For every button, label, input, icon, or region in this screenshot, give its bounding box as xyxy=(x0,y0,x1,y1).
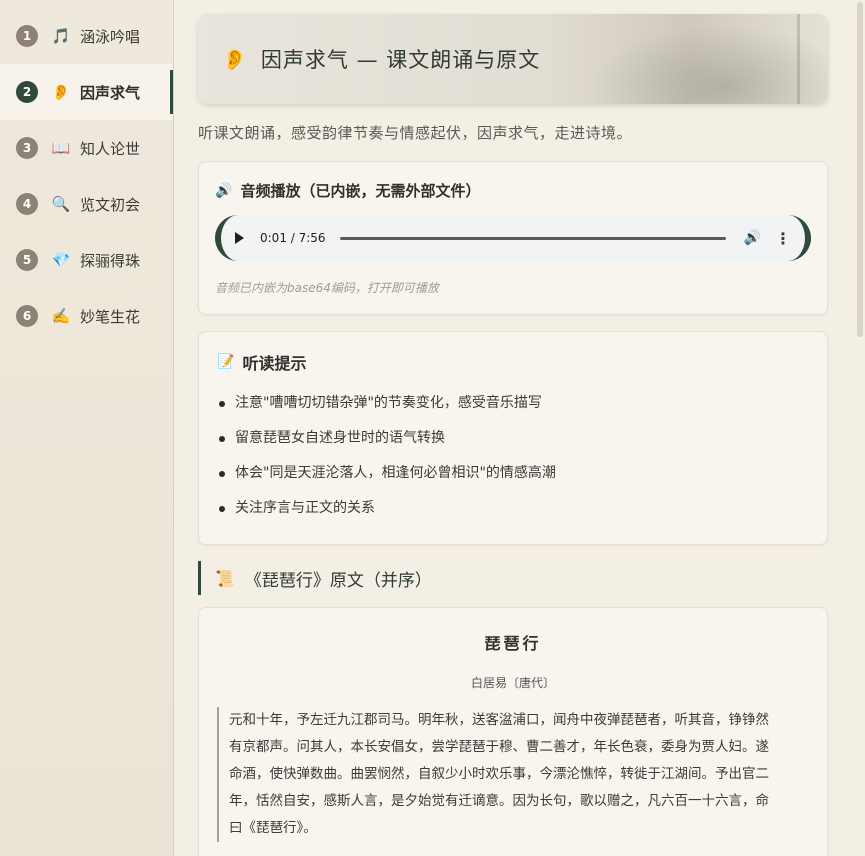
section-heading-text: 《琵琶行》原文（并序） xyxy=(244,570,432,591)
nav-number: 2 xyxy=(16,81,38,103)
volume-icon[interactable]: 🔊 xyxy=(744,230,761,246)
sidebar-item-label: 知人论世 xyxy=(80,139,141,158)
sidebar-item-lanwen[interactable]: 4 🔍 览文初会 xyxy=(0,176,173,232)
poem-card: 琵琶行 白居易〔唐代〕 元和十年，予左迁九江郡司马。明年秋，送客湓浦口，闻舟中夜… xyxy=(198,607,828,856)
ear-icon: 👂 xyxy=(51,83,71,101)
gem-icon: 💎 xyxy=(51,251,71,269)
audio-note: 音频已内嵌为base64编码，打开即可播放 xyxy=(215,281,439,295)
main-content: 👂 因声求气 — 课文朗诵与原文 听课文朗诵，感受韵律节奏与情感起伏，因声求气，… xyxy=(174,0,854,856)
tips-list: 注意"嘈嘈切切错杂弹"的节奏变化，感受音乐描写 留意琵琶女自述身世时的语气转换 … xyxy=(217,386,809,526)
audio-heading-text: 音频播放（已内嵌，无需外部文件） xyxy=(240,182,481,200)
play-icon[interactable] xyxy=(235,232,244,244)
preface-line: 有京都声。问其人，本长安倡女，尝学琵琶于穆、曹二善才，年长色衰，委身为贾人妇。遂 xyxy=(229,739,769,755)
music-note-icon: 🎵 xyxy=(51,27,71,45)
banner-decoration xyxy=(797,14,800,104)
list-item: 关注序言与正文的关系 xyxy=(217,491,809,526)
more-options-icon[interactable]: ⋮ xyxy=(775,229,791,248)
listening-tips-card: 📝 听读提示 注意"嘈嘈切切错杂弹"的节奏变化，感受音乐描写 留意琵琶女自述身世… xyxy=(198,331,828,545)
magnifier-icon: 🔍 xyxy=(51,195,71,213)
poem-author: 白居易〔唐代〕 xyxy=(470,676,555,690)
page-intro: 听课文朗诵，感受韵律节奏与情感起伏，因声求气，走进诗境。 xyxy=(198,124,633,142)
open-book-icon: 📖 xyxy=(51,139,71,157)
audio-progress-bar[interactable] xyxy=(339,236,726,240)
nav-number: 5 xyxy=(16,249,38,271)
sidebar-item-yinsheng[interactable]: 2 👂 因声求气 xyxy=(0,64,173,120)
memo-icon: 📝 xyxy=(217,354,235,370)
speaker-icon: 🔊 xyxy=(215,182,233,199)
sidebar-item-label: 览文初会 xyxy=(80,195,141,214)
list-item: 体会"同是天涯沦落人，相逢何必曾相识"的情感高潮 xyxy=(217,456,809,491)
sidebar-nav: 1 🎵 涵泳吟唱 2 👂 因声求气 3 📖 知人论世 4 🔍 览文初会 5 💎 … xyxy=(0,0,174,856)
scrollbar[interactable] xyxy=(854,0,865,856)
preface-line: 年，恬然自安，感斯人言，是夕始觉有迁谪意。因为长句，歌以赠之，凡六百一十六言，命 xyxy=(229,793,769,809)
preface-line: 曰《琵琶行》。 xyxy=(229,820,317,836)
nav-number: 6 xyxy=(16,305,38,327)
sidebar-item-hanyong[interactable]: 1 🎵 涵泳吟唱 xyxy=(0,8,173,64)
sidebar-item-miaobi[interactable]: 6 ✍️ 妙笔生花 xyxy=(0,288,173,344)
nav-number: 1 xyxy=(16,25,38,47)
page-banner: 👂 因声求气 — 课文朗诵与原文 xyxy=(198,14,828,104)
audio-time: 0:01 / 7:56 xyxy=(260,231,326,245)
audio-heading: 🔊 音频播放（已内嵌，无需外部文件） xyxy=(215,180,811,201)
tips-heading: 📝 听读提示 xyxy=(217,350,809,374)
poem-title: 琵琶行 xyxy=(484,634,542,653)
sidebar-item-label: 因声求气 xyxy=(80,83,141,102)
preface-line: 命酒，使快弹数曲。曲罢悯然，自叙少小时欢乐事，今漂沦憔悴，转徙于江湖间。予出官二 xyxy=(229,766,769,782)
sidebar-item-tanli[interactable]: 5 💎 探骊得珠 xyxy=(0,232,173,288)
sidebar-item-label: 妙笔生花 xyxy=(80,307,141,326)
nav-number: 3 xyxy=(16,137,38,159)
list-item: 留意琵琶女自述身世时的语气转换 xyxy=(217,421,809,456)
preface-line: 元和十年，予左迁九江郡司马。明年秋，送客湓浦口，闻舟中夜弹琵琶者，听其音，铮铮然 xyxy=(229,712,769,728)
audio-card: 🔊 音频播放（已内嵌，无需外部文件） 0:01 / 7:56 🔊 ⋮ 音频已内嵌… xyxy=(198,161,828,315)
scrollbar-thumb[interactable] xyxy=(857,2,863,337)
writing-hand-icon: ✍️ xyxy=(51,307,71,325)
poem-preface: 元和十年，予左迁九江郡司马。明年秋，送客湓浦口，闻舟中夜弹琵琶者，听其音，铮铮然… xyxy=(217,707,809,842)
audio-player[interactable]: 0:01 / 7:56 🔊 ⋮ xyxy=(215,215,811,261)
sidebar-item-label: 探骊得珠 xyxy=(80,251,141,270)
page-title: 因声求气 — 课文朗诵与原文 xyxy=(260,48,541,72)
section-heading: 📜 《琵琶行》原文（并序） xyxy=(198,561,828,595)
sidebar-item-label: 涵泳吟唱 xyxy=(80,27,141,46)
ear-icon: 👂 xyxy=(222,47,247,71)
banner-decoration xyxy=(568,14,828,104)
scroll-icon: 📜 xyxy=(215,568,235,588)
sidebar-item-zhiren[interactable]: 3 📖 知人论世 xyxy=(0,120,173,176)
nav-number: 4 xyxy=(16,193,38,215)
list-item: 注意"嘈嘈切切错杂弹"的节奏变化，感受音乐描写 xyxy=(217,386,809,421)
tips-heading-text: 听读提示 xyxy=(242,354,307,373)
